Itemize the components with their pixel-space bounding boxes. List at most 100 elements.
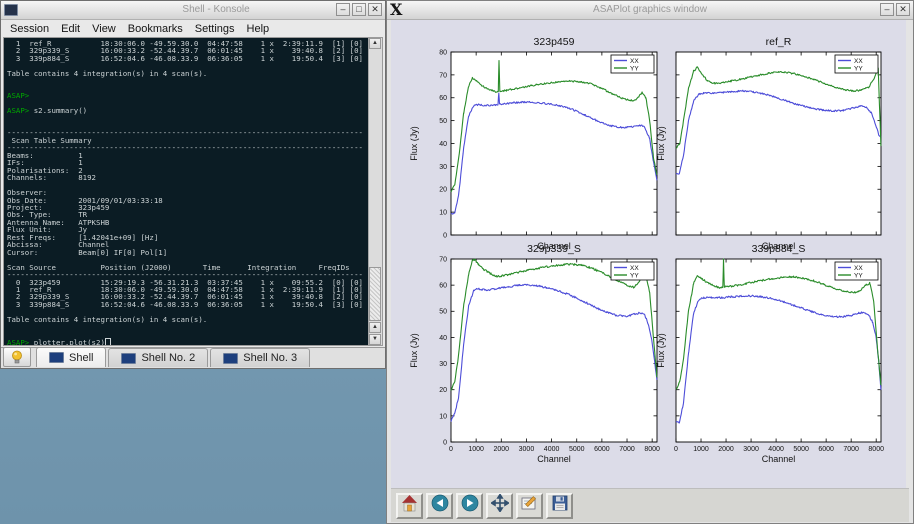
subplot-323p459: 01020304050607080323p459ChannelFlux (Jy)… [409, 36, 657, 251]
terminal-icon [121, 353, 136, 364]
legend-label-xx: XX [630, 265, 639, 272]
x-tick-label: 8000 [644, 446, 660, 453]
x-tick-label: 3000 [743, 446, 759, 453]
terminal-area: 1 ref_R 18:30:06.0 -49.59.30.0 04:47:58 … [3, 37, 383, 346]
y-axis-label: Flux (Jy) [656, 126, 666, 161]
asaplot-window-buttons: –✕ [880, 3, 910, 16]
x-tick-label: 1000 [693, 446, 709, 453]
terminal-scrollbar[interactable]: ▲ ▲ ▼ [368, 38, 382, 345]
terminal-cursor [105, 338, 111, 345]
edit-icon [520, 494, 539, 517]
save-button[interactable] [546, 493, 573, 519]
y-tick-label: 80 [439, 49, 447, 56]
edit-button[interactable] [516, 493, 543, 519]
konsole-minimize-button[interactable]: – [336, 3, 350, 16]
konsole-title: Shell - Konsole [182, 4, 249, 15]
tab-label: Shell [69, 352, 93, 364]
x11-icon: X [390, 2, 402, 18]
terminal-output[interactable]: 1 ref_R 18:30:06.0 -49.59.30.0 04:47:58 … [4, 38, 368, 345]
menu-bookmarks[interactable]: Bookmarks [122, 22, 189, 36]
y-tick-label: 0 [443, 232, 447, 239]
y-tick-label: 70 [439, 256, 447, 263]
y-tick-label: 50 [439, 118, 447, 125]
legend-label-yy: YY [630, 272, 639, 279]
y-axis-label: Flux (Jy) [656, 333, 666, 368]
x-tick-label: 2000 [494, 446, 510, 453]
axes-frame [451, 259, 657, 442]
y-tick-label: 20 [439, 187, 447, 194]
y-axis-label: Flux (Jy) [409, 126, 419, 161]
y-tick-label: 30 [439, 164, 447, 171]
x-tick-label: 2000 [718, 446, 734, 453]
home-button[interactable] [396, 493, 423, 519]
legend-label-yy: YY [630, 65, 639, 72]
tab-shell-no-3[interactable]: Shell No. 3 [210, 348, 310, 367]
save-icon [551, 494, 569, 517]
legend-label-xx: XX [854, 58, 863, 65]
plot-toolbar [391, 488, 909, 522]
x-tick-label: 4000 [544, 446, 560, 453]
scroll-down-icon[interactable]: ▼ [369, 334, 381, 345]
subplot-title: 339p884_S [752, 243, 806, 255]
x-tick-label: 8000 [868, 446, 884, 453]
konsole-tabbar: Shell Shell No. 2 Shell No. 3 [1, 347, 385, 368]
new-session-button[interactable] [3, 347, 31, 367]
konsole-maximize-button[interactable]: □ [352, 3, 366, 16]
konsole-window-buttons: –□✕ [336, 3, 382, 16]
scroll-up2-icon[interactable]: ▲ [369, 322, 381, 333]
menu-settings[interactable]: Settings [189, 22, 241, 36]
y-tick-label: 60 [439, 95, 447, 102]
x-tick-label: 1000 [468, 446, 484, 453]
figure-canvas: 01020304050607080323p459ChannelFlux (Jy)… [391, 20, 906, 488]
y-tick-label: 10 [439, 210, 447, 217]
forward-button[interactable] [456, 493, 483, 519]
x-tick-label: 5000 [569, 446, 585, 453]
back-button[interactable] [426, 493, 453, 519]
konsole-titlebar[interactable]: Shell - Konsole –□✕ [1, 1, 385, 20]
subplot-title: 323p459 [534, 36, 575, 48]
y-tick-label: 50 [439, 309, 447, 316]
scroll-up-icon[interactable]: ▲ [369, 38, 381, 49]
pan-button[interactable] [486, 493, 513, 519]
asaplot-titlebar[interactable]: X ASAPlot graphics window –✕ [387, 1, 913, 20]
asap-prompt: ASAP> [7, 106, 34, 115]
konsole-close-button[interactable]: ✕ [368, 3, 382, 16]
y-tick-label: 60 [439, 283, 447, 290]
x-axis-label: Channel [537, 454, 571, 464]
menu-help[interactable]: Help [241, 22, 276, 36]
y-tick-label: 10 [439, 413, 447, 420]
konsole-tabs: Shell Shell No. 2 Shell No. 3 [36, 347, 312, 367]
asap-prompt: ASAP> [7, 91, 29, 100]
x-tick-label: 6000 [594, 446, 610, 453]
x-tick-label: 0 [449, 446, 453, 453]
asaplot-close-button[interactable]: ✕ [896, 3, 910, 16]
subplot-329p339_S: 0100020003000400050006000700080000102030… [409, 243, 660, 464]
asap-prompt: ASAP> [7, 338, 34, 345]
y-tick-label: 30 [439, 361, 447, 368]
y-tick-label: 70 [439, 72, 447, 79]
home-icon [400, 494, 419, 517]
konsole-menubar: SessionEditViewBookmarksSettingsHelp [1, 20, 385, 37]
menu-edit[interactable]: Edit [55, 22, 86, 36]
subplot-339p884_S: 010002000300040005000600070008000339p884… [656, 243, 884, 464]
scrollbar-thumb[interactable] [369, 267, 381, 321]
x-tick-label: 6000 [818, 446, 834, 453]
tab-shell[interactable]: Shell [36, 347, 106, 367]
konsole-window: Shell - Konsole –□✕ SessionEditViewBookm… [0, 0, 386, 369]
tab-label: Shell No. 3 [243, 352, 297, 364]
asaplot-window: X ASAPlot graphics window –✕ 01020304050… [386, 0, 914, 524]
y-tick-label: 0 [443, 439, 447, 446]
axes-frame [451, 52, 657, 235]
back-icon [431, 494, 449, 517]
y-axis-label: Flux (Jy) [409, 333, 419, 368]
subplot-ref_R: ref_RChannelFlux (Jy)XXYY [656, 36, 881, 251]
asaplot-minimize-button[interactable]: – [880, 3, 894, 16]
axes-frame [676, 52, 881, 235]
konsole-app-icon [4, 4, 18, 16]
menu-view[interactable]: View [86, 22, 122, 36]
x-tick-label: 7000 [619, 446, 635, 453]
terminal-icon [49, 352, 64, 363]
tab-shell-no-2[interactable]: Shell No. 2 [108, 348, 208, 367]
asaplot-title: ASAPlot graphics window [593, 4, 707, 15]
menu-session[interactable]: Session [4, 22, 55, 36]
